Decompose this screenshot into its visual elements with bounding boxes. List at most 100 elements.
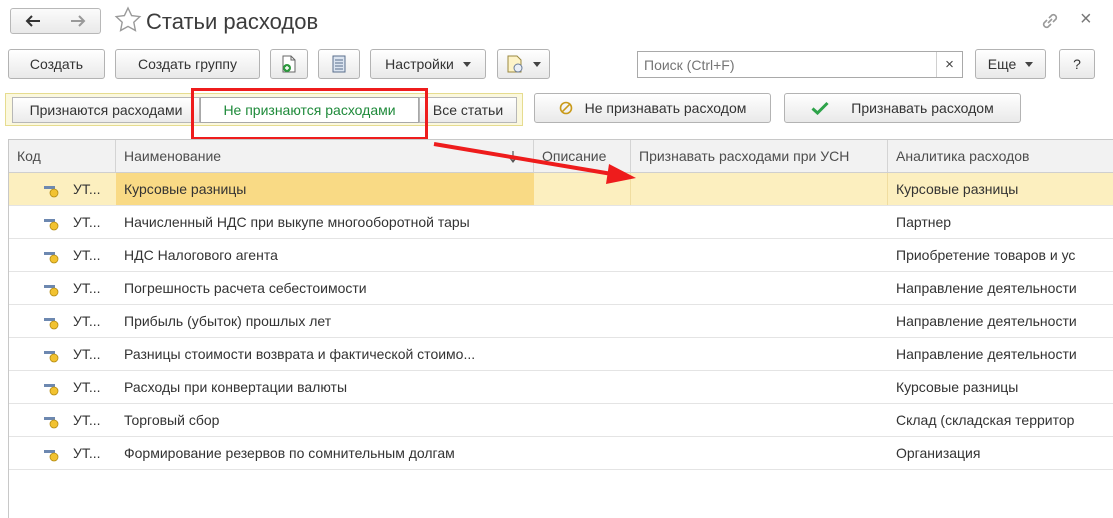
prohibit-icon	[559, 101, 572, 115]
cell-analytics: Направление деятельности	[896, 346, 1077, 362]
search-field: ×	[637, 51, 963, 78]
search-input[interactable]	[638, 52, 938, 77]
cell-usn	[631, 371, 888, 403]
link-icon	[1042, 13, 1058, 29]
close-button[interactable]: ×	[1080, 8, 1092, 31]
table-row[interactable]: УТ... Разницы стоимости возврата и фактич…	[9, 338, 1113, 371]
column-header-usn[interactable]: Признавать расходами при УСН	[631, 140, 888, 172]
arrow-left-icon	[25, 15, 40, 27]
cell-name: Прибыль (убыток) прошлых лет	[124, 313, 332, 329]
page-title: Статьи расходов	[146, 9, 319, 34]
cell-analytics: Направление деятельности	[896, 313, 1077, 329]
expense-item-icon	[44, 450, 59, 462]
cell-description	[534, 371, 631, 403]
cell-name: Торговый сбор	[124, 412, 220, 428]
cell-analytics: Склад (складская территор	[896, 412, 1075, 428]
checkmark-icon	[811, 101, 829, 115]
cell-code: УТ...	[73, 313, 101, 329]
table-row[interactable]: УТ... Формирование резервов по сомнительн…	[9, 437, 1113, 470]
cell-description	[534, 305, 631, 337]
cell-usn	[631, 305, 888, 337]
close-icon: ×	[1080, 8, 1092, 30]
table-row[interactable]: УТ... Начисленный НДС при выкупе многообо…	[9, 206, 1113, 239]
cell-name: Расходы при конвертации валюты	[124, 379, 348, 395]
cell-name: Погрешность расчета себестоимости	[124, 280, 367, 296]
cell-code: УТ...	[73, 412, 101, 428]
cell-description	[534, 206, 631, 238]
column-header-code[interactable]: Код	[9, 140, 116, 172]
not-recognize-expense-button[interactable]: Не признавать расходом	[534, 93, 771, 123]
cell-description	[534, 338, 631, 370]
more-button[interactable]: Еще	[975, 49, 1046, 79]
table-row[interactable]: УТ... Прибыль (убыток) прошлых лет Направл…	[9, 305, 1113, 338]
list-button[interactable]	[318, 49, 360, 79]
column-header-name[interactable]: Наименование	[116, 140, 534, 172]
cell-usn	[631, 173, 888, 205]
document-add-icon	[282, 55, 296, 73]
create-group-button[interactable]: Создать группу	[115, 49, 260, 79]
table-row[interactable]: УТ... Курсовые разницы Курсовые разницы	[9, 173, 1113, 206]
recognize-label: Признавать расходом	[851, 100, 994, 116]
table-row[interactable]: УТ... НДС Налогового агента Приобретение т…	[9, 239, 1113, 272]
recognize-expense-button[interactable]: Признавать расходом	[784, 93, 1021, 123]
column-header-analytics[interactable]: Аналитика расходов	[888, 140, 1113, 172]
expense-items-table: Код Наименование Описание Признавать рас…	[8, 139, 1113, 518]
cell-name: Начисленный НДС при выкупе многооборотно…	[124, 214, 470, 230]
help-button[interactable]: ?	[1059, 49, 1095, 79]
chevron-down-icon	[462, 61, 471, 67]
favorite-button[interactable]	[114, 6, 142, 37]
forward-button[interactable]	[55, 8, 101, 34]
cell-analytics: Курсовые разницы	[896, 181, 1019, 197]
cell-name: НДС Налогового агента	[124, 247, 278, 263]
cell-code: УТ...	[73, 280, 101, 296]
cell-usn	[631, 437, 888, 469]
arrow-right-icon	[70, 15, 85, 27]
chevron-down-icon	[1025, 61, 1034, 67]
cell-usn	[631, 404, 888, 436]
clear-search-button[interactable]: ×	[936, 52, 962, 77]
column-header-description[interactable]: Описание	[534, 140, 631, 172]
column-header-name-label: Наименование	[124, 148, 222, 164]
cell-name: Курсовые разницы	[116, 173, 534, 205]
table-row[interactable]: УТ... Торговый сбор Склад (складская терри…	[9, 404, 1113, 437]
report-icon	[507, 55, 523, 73]
expense-item-icon	[44, 252, 59, 264]
cell-code: УТ...	[73, 346, 101, 362]
link-button[interactable]	[1040, 11, 1060, 34]
cell-usn	[631, 206, 888, 238]
cell-code: УТ...	[73, 445, 101, 461]
cell-description	[534, 173, 631, 205]
cell-usn	[631, 338, 888, 370]
expense-item-icon	[44, 384, 59, 396]
cell-usn	[631, 239, 888, 271]
expense-item-icon	[44, 219, 59, 231]
copy-button[interactable]	[270, 49, 308, 79]
cell-description	[534, 437, 631, 469]
tab-recognized-expenses[interactable]: Признаются расходами	[12, 97, 200, 123]
report-menu-button[interactable]	[497, 49, 550, 79]
star-icon	[114, 6, 142, 32]
cell-code: УТ...	[73, 379, 101, 395]
cell-analytics: Партнер	[896, 214, 952, 230]
create-button[interactable]: Создать	[8, 49, 105, 79]
chevron-down-icon	[533, 61, 541, 67]
cell-name: Разницы стоимости возврата и фактической…	[124, 346, 476, 362]
cell-description	[534, 239, 631, 271]
cell-code: УТ...	[73, 214, 101, 230]
highlight-frame	[191, 88, 428, 140]
cell-description	[534, 404, 631, 436]
tab-all-items[interactable]: Все статьи	[419, 97, 517, 123]
cell-analytics: Курсовые разницы	[896, 379, 1019, 395]
table-row[interactable]: УТ... Погрешность расчета себестоимости На…	[9, 272, 1113, 305]
table-row[interactable]: УТ... Расходы при конвертации валюты Курсо…	[9, 371, 1113, 404]
back-button[interactable]	[10, 8, 56, 34]
settings-label: Настройки	[385, 56, 454, 72]
cell-name: Формирование резервов по сомнительным до…	[124, 445, 455, 461]
title-bar: Статьи расходов ×	[0, 0, 1113, 44]
cell-description	[534, 272, 631, 304]
table-header: Код Наименование Описание Признавать рас…	[9, 140, 1113, 173]
cell-analytics: Приобретение товаров и ус	[896, 247, 1076, 263]
expense-item-icon	[44, 417, 59, 429]
settings-button[interactable]: Настройки	[370, 49, 486, 79]
sort-descending-icon	[509, 151, 517, 163]
